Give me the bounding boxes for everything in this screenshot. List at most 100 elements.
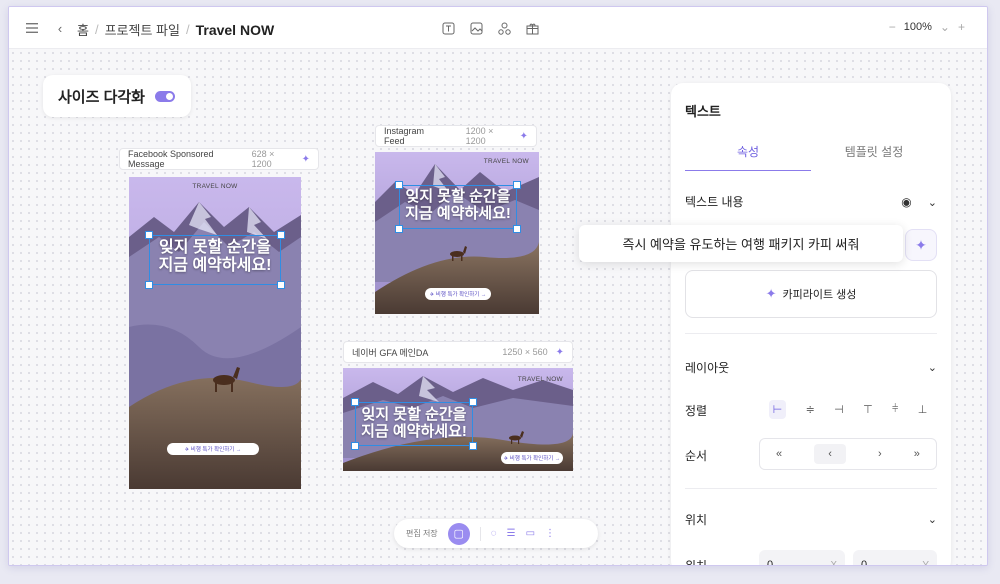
- image-tool-icon[interactable]: [467, 19, 485, 37]
- bring-forward-icon[interactable]: ›: [878, 448, 882, 460]
- y-value: 0: [861, 559, 868, 566]
- generate-copy-button[interactable]: ✦ 카피라이트 생성: [685, 270, 937, 318]
- toggle-label: 사이즈 다각화: [58, 88, 145, 106]
- menu-icon[interactable]: [23, 19, 41, 37]
- align-left-icon[interactable]: ⊢: [768, 399, 787, 419]
- position-section-label: 위치: [685, 513, 708, 527]
- top-bar: ‹ 홈 / 프로젝트 파일 / Travel NOW − 100% ⌄ +: [9, 7, 987, 49]
- tab-template-settings[interactable]: 템플릿 설정: [811, 143, 937, 171]
- layout-label: 레이아웃: [685, 361, 730, 375]
- generate-copy-label: 카피라이트 생성: [782, 289, 857, 301]
- text-selection-box[interactable]: [399, 185, 517, 229]
- sparkle-icon: ✦: [765, 286, 777, 301]
- ad-tag-instagram[interactable]: Instagram Feed 1200 × 1200 ✦: [375, 125, 537, 147]
- ad-cta-button[interactable]: ✈ 비행 특가 확인하기 →: [425, 288, 491, 300]
- resize-handle-bl[interactable]: [395, 225, 403, 233]
- send-to-back-icon[interactable]: «: [776, 448, 782, 460]
- bring-to-front-icon[interactable]: »: [914, 448, 920, 460]
- ad-preview-naver[interactable]: TRAVEL NOW 잊지 못할 순간을 지금 예약하세요! ✈ 비행 특가 확…: [343, 368, 573, 471]
- sparkle-icon[interactable]: ✦: [556, 347, 564, 358]
- ad-size: 1250 × 560: [502, 346, 548, 357]
- order-buttons: « ‹ › »: [759, 438, 937, 470]
- order-row: 순서: [685, 447, 745, 464]
- position-x-input[interactable]: 0 X: [759, 550, 845, 566]
- resize-handle-tl[interactable]: [395, 181, 403, 189]
- edit-save-label[interactable]: 편집 저장: [406, 528, 438, 539]
- properties-panel: 텍스트 속성 템플릿 설정 텍스트 내용 ◉ ⌄ ✦ ✦ 카피라이트 생성 레이아…: [671, 83, 951, 566]
- send-backward-icon[interactable]: ‹: [814, 444, 846, 464]
- resize-handle-bl[interactable]: [351, 442, 359, 450]
- chevron-down-icon[interactable]: ⌄: [928, 513, 937, 526]
- breadcrumb-project-files[interactable]: 프로젝트 파일: [105, 20, 180, 39]
- layout-section-header[interactable]: 레이아웃 ⌄: [685, 359, 937, 376]
- panel-title: 텍스트: [685, 104, 721, 119]
- toolbar-divider: [479, 526, 481, 541]
- shapes-tool-icon[interactable]: [495, 19, 513, 37]
- section-divider: [685, 488, 937, 489]
- breadcrumb: 홈 / 프로젝트 파일 / Travel NOW: [77, 20, 275, 39]
- position-row: 위치: [685, 557, 745, 566]
- text-selection-box[interactable]: [355, 402, 473, 446]
- ai-sparkle-button[interactable]: ✦: [905, 229, 937, 261]
- ad-tag-facebook[interactable]: Facebook Sponsored Message 628 × 1200 ✦: [119, 148, 319, 170]
- ad-size: 1200 × 1200: [465, 126, 494, 146]
- zoom-level[interactable]: 100%: [904, 21, 932, 33]
- text-selection-box[interactable]: [149, 235, 281, 285]
- ad-name: Instagram Feed: [384, 126, 425, 146]
- resize-handle-tr[interactable]: [277, 231, 285, 239]
- ad-cta-button[interactable]: ✈ 비행 특가 확인하기 →: [167, 443, 259, 455]
- position-y-input[interactable]: 0 Y: [853, 550, 937, 566]
- gift-tool-icon[interactable]: [523, 19, 541, 37]
- text-content-row: 텍스트 내용 ◉ ⌄: [685, 193, 937, 210]
- app-window: ‹ 홈 / 프로젝트 파일 / Travel NOW − 100% ⌄ + 사이…: [8, 6, 988, 566]
- resize-handle-br[interactable]: [513, 225, 521, 233]
- size-diversification-switch[interactable]: [154, 90, 175, 102]
- zoom-out-button[interactable]: −: [889, 20, 896, 34]
- align-top-icon[interactable]: ⊤: [863, 403, 873, 416]
- resize-handle-tr[interactable]: [469, 398, 477, 406]
- order-label: 순서: [685, 449, 708, 463]
- ad-size: 628 × 1200: [251, 149, 275, 169]
- x-axis-label: X: [830, 559, 837, 566]
- chevron-down-icon[interactable]: ⌄: [928, 197, 937, 209]
- resize-handle-tr[interactable]: [513, 181, 521, 189]
- chevron-down-icon[interactable]: ⌄: [928, 361, 937, 374]
- breadcrumb-home[interactable]: 홈: [77, 20, 89, 39]
- more-options-icon[interactable]: ⋮: [545, 528, 555, 539]
- resize-handle-br[interactable]: [277, 281, 285, 289]
- ad-tag-naver[interactable]: 네이버 GFA 메인DA 1250 × 560 ✦: [343, 341, 573, 363]
- folder-icon[interactable]: ▭: [526, 528, 535, 539]
- align-right-icon[interactable]: ⊣: [834, 403, 844, 416]
- ad-name: 네이버 GFA 메인DA: [352, 347, 429, 358]
- eye-icon[interactable]: ◉: [901, 195, 911, 209]
- align-label: 정렬: [685, 404, 708, 418]
- x-value: 0: [767, 559, 774, 566]
- align-row: 정렬: [685, 402, 745, 419]
- text-tool-icon[interactable]: [439, 19, 457, 37]
- resize-handle-tl[interactable]: [351, 398, 359, 406]
- resize-handle-br[interactable]: [469, 442, 477, 450]
- position-section-header[interactable]: 위치 ⌄: [685, 511, 937, 528]
- ad-preview-facebook[interactable]: TRAVEL NOW 잊지 못할 순간을 지금 예약하세요! ✈ 비행 특가 확…: [129, 177, 301, 489]
- frame-view-icon[interactable]: ▢: [447, 522, 470, 545]
- sparkle-icon[interactable]: ✦: [520, 131, 528, 142]
- sparkle-icon[interactable]: ✦: [302, 154, 310, 165]
- align-bottom-icon[interactable]: ⊥: [918, 403, 928, 416]
- breadcrumb-current: Travel NOW: [195, 21, 275, 38]
- comment-icon[interactable]: ◌: [491, 528, 497, 539]
- y-axis-label: Y: [922, 559, 929, 566]
- align-middle-v-icon[interactable]: ⫩: [892, 403, 898, 416]
- ad-preview-instagram[interactable]: TRAVEL NOW 잊지 못할 순간을 지금 예약하세요! ✈ 비행 특가 확…: [375, 152, 539, 314]
- resize-handle-tl[interactable]: [145, 231, 153, 239]
- align-center-h-icon[interactable]: ≑: [806, 403, 815, 416]
- bottom-toolbar: 편집 저장 ▢ ◌ ☰ ▭ ⋮: [394, 519, 598, 548]
- back-icon[interactable]: ‹: [51, 19, 69, 37]
- chevron-down-icon[interactable]: ⌄: [940, 20, 950, 34]
- checklist-icon[interactable]: ☰: [507, 528, 516, 539]
- position-label: 위치: [685, 559, 708, 566]
- ad-brand-label: TRAVEL NOW: [192, 183, 238, 190]
- ad-cta-button[interactable]: ✈ 비행 특가 확인하기 →: [501, 452, 563, 464]
- tab-properties[interactable]: 속성: [685, 143, 811, 171]
- zoom-in-button[interactable]: +: [958, 20, 965, 34]
- resize-handle-bl[interactable]: [145, 281, 153, 289]
